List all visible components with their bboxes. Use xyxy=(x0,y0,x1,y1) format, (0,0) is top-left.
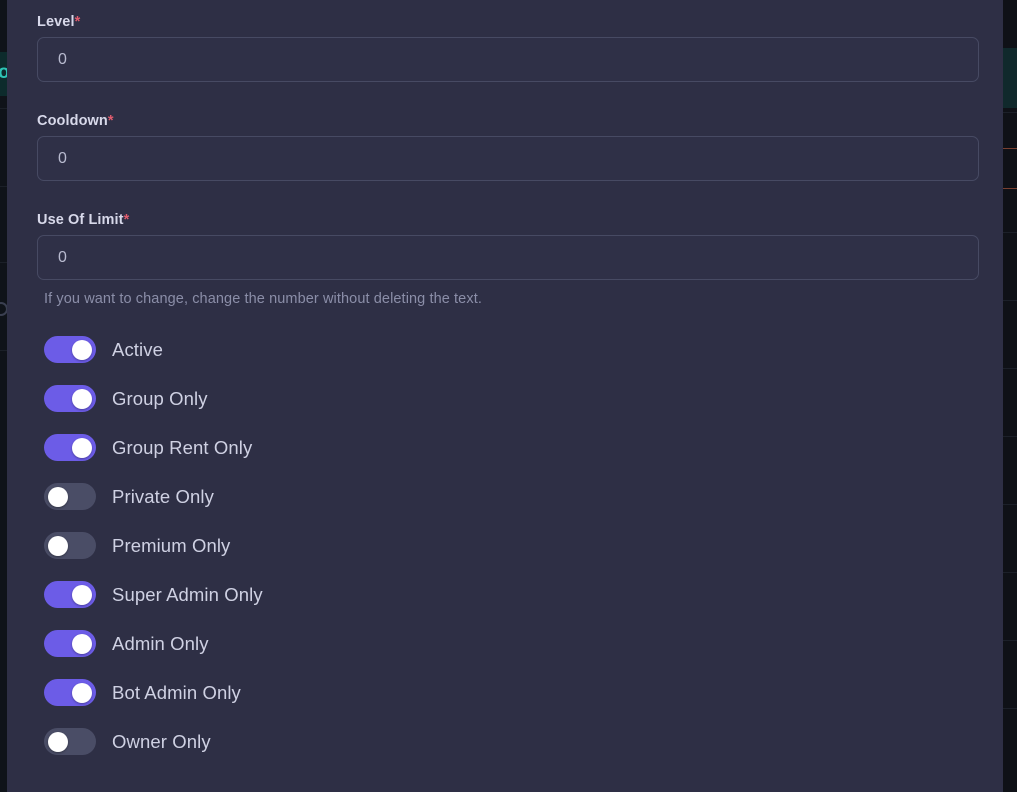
toggle-switch[interactable] xyxy=(44,336,96,363)
toggle-label: Private Only xyxy=(112,486,214,508)
field-label-level: Level* xyxy=(37,14,979,30)
cooldown-input[interactable] xyxy=(37,136,979,181)
use-of-limit-input[interactable] xyxy=(37,235,979,280)
field-use-of-limit: Use Of Limit* xyxy=(37,212,979,280)
toggle-list: Active Group Only Group Rent Only Private O… xyxy=(44,334,944,775)
toggle-label: Active xyxy=(112,339,163,361)
toggle-label: Premium Only xyxy=(112,535,230,557)
toggle-row-bot-admin-only[interactable]: Bot Admin Only xyxy=(44,677,944,708)
toggle-knob xyxy=(48,536,68,556)
field-label-cooldown: Cooldown* xyxy=(37,113,979,129)
toggle-row-private-only[interactable]: Private Only xyxy=(44,481,944,512)
toggle-switch[interactable] xyxy=(44,385,96,412)
toggle-switch[interactable] xyxy=(44,532,96,559)
toggle-switch[interactable] xyxy=(44,630,96,657)
toggle-switch[interactable] xyxy=(44,581,96,608)
background-right-strip xyxy=(1003,0,1017,792)
toggle-knob xyxy=(72,634,92,654)
toggle-switch[interactable] xyxy=(44,483,96,510)
toggle-knob xyxy=(72,683,92,703)
background-row-divider xyxy=(1003,640,1017,641)
toggle-label: Super Admin Only xyxy=(112,584,263,606)
use-of-limit-helper-text: If you want to change, change the number… xyxy=(44,291,482,307)
background-row-divider xyxy=(1003,232,1017,233)
toggle-row-super-admin-only[interactable]: Super Admin Only xyxy=(44,579,944,610)
required-asterisk: * xyxy=(124,212,130,228)
toggle-row-group-rent-only[interactable]: Group Rent Only xyxy=(44,432,944,463)
background-row-divider xyxy=(1003,708,1017,709)
toggle-knob xyxy=(48,732,68,752)
background-row-divider xyxy=(1003,112,1017,113)
level-input[interactable] xyxy=(37,37,979,82)
toggle-knob xyxy=(48,487,68,507)
field-label-text: Cooldown xyxy=(37,113,108,129)
toggle-row-premium-only[interactable]: Premium Only xyxy=(44,530,944,561)
toggle-switch[interactable] xyxy=(44,434,96,461)
required-asterisk: * xyxy=(108,113,114,129)
toggle-row-owner-only[interactable]: Owner Only xyxy=(44,726,944,757)
field-level: Level* xyxy=(37,14,979,82)
toggle-row-group-only[interactable]: Group Only xyxy=(44,383,944,414)
screen-root: ol Level* Cooldown* Us xyxy=(0,0,1017,792)
background-row-divider xyxy=(1003,572,1017,573)
toggle-switch[interactable] xyxy=(44,728,96,755)
background-right-teal-chip xyxy=(1003,48,1017,108)
required-asterisk: * xyxy=(75,14,81,30)
background-row-divider xyxy=(1003,504,1017,505)
toggle-row-active[interactable]: Active xyxy=(44,334,944,365)
toggle-knob xyxy=(72,340,92,360)
toggle-label: Admin Only xyxy=(112,633,209,655)
toggle-knob xyxy=(72,389,92,409)
background-row-divider xyxy=(1003,368,1017,369)
toggle-label: Group Only xyxy=(112,388,208,410)
toggle-label: Bot Admin Only xyxy=(112,682,241,704)
background-row-divider xyxy=(1003,300,1017,301)
background-right-accent xyxy=(1003,188,1017,189)
background-right-accent xyxy=(1003,148,1017,149)
field-label-text: Use Of Limit xyxy=(37,212,124,228)
field-label-text: Level xyxy=(37,14,75,30)
background-row-divider xyxy=(1003,436,1017,437)
toggle-label: Group Rent Only xyxy=(112,437,252,459)
field-cooldown: Cooldown* xyxy=(37,113,979,181)
toggle-switch[interactable] xyxy=(44,679,96,706)
settings-modal-panel: Level* Cooldown* Use Of Limit* If you wa… xyxy=(7,0,1003,792)
toggle-row-admin-only[interactable]: Admin Only xyxy=(44,628,944,659)
toggle-label: Owner Only xyxy=(112,731,211,753)
toggle-knob xyxy=(72,585,92,605)
toggle-knob xyxy=(72,438,92,458)
field-label-use-of-limit: Use Of Limit* xyxy=(37,212,979,228)
